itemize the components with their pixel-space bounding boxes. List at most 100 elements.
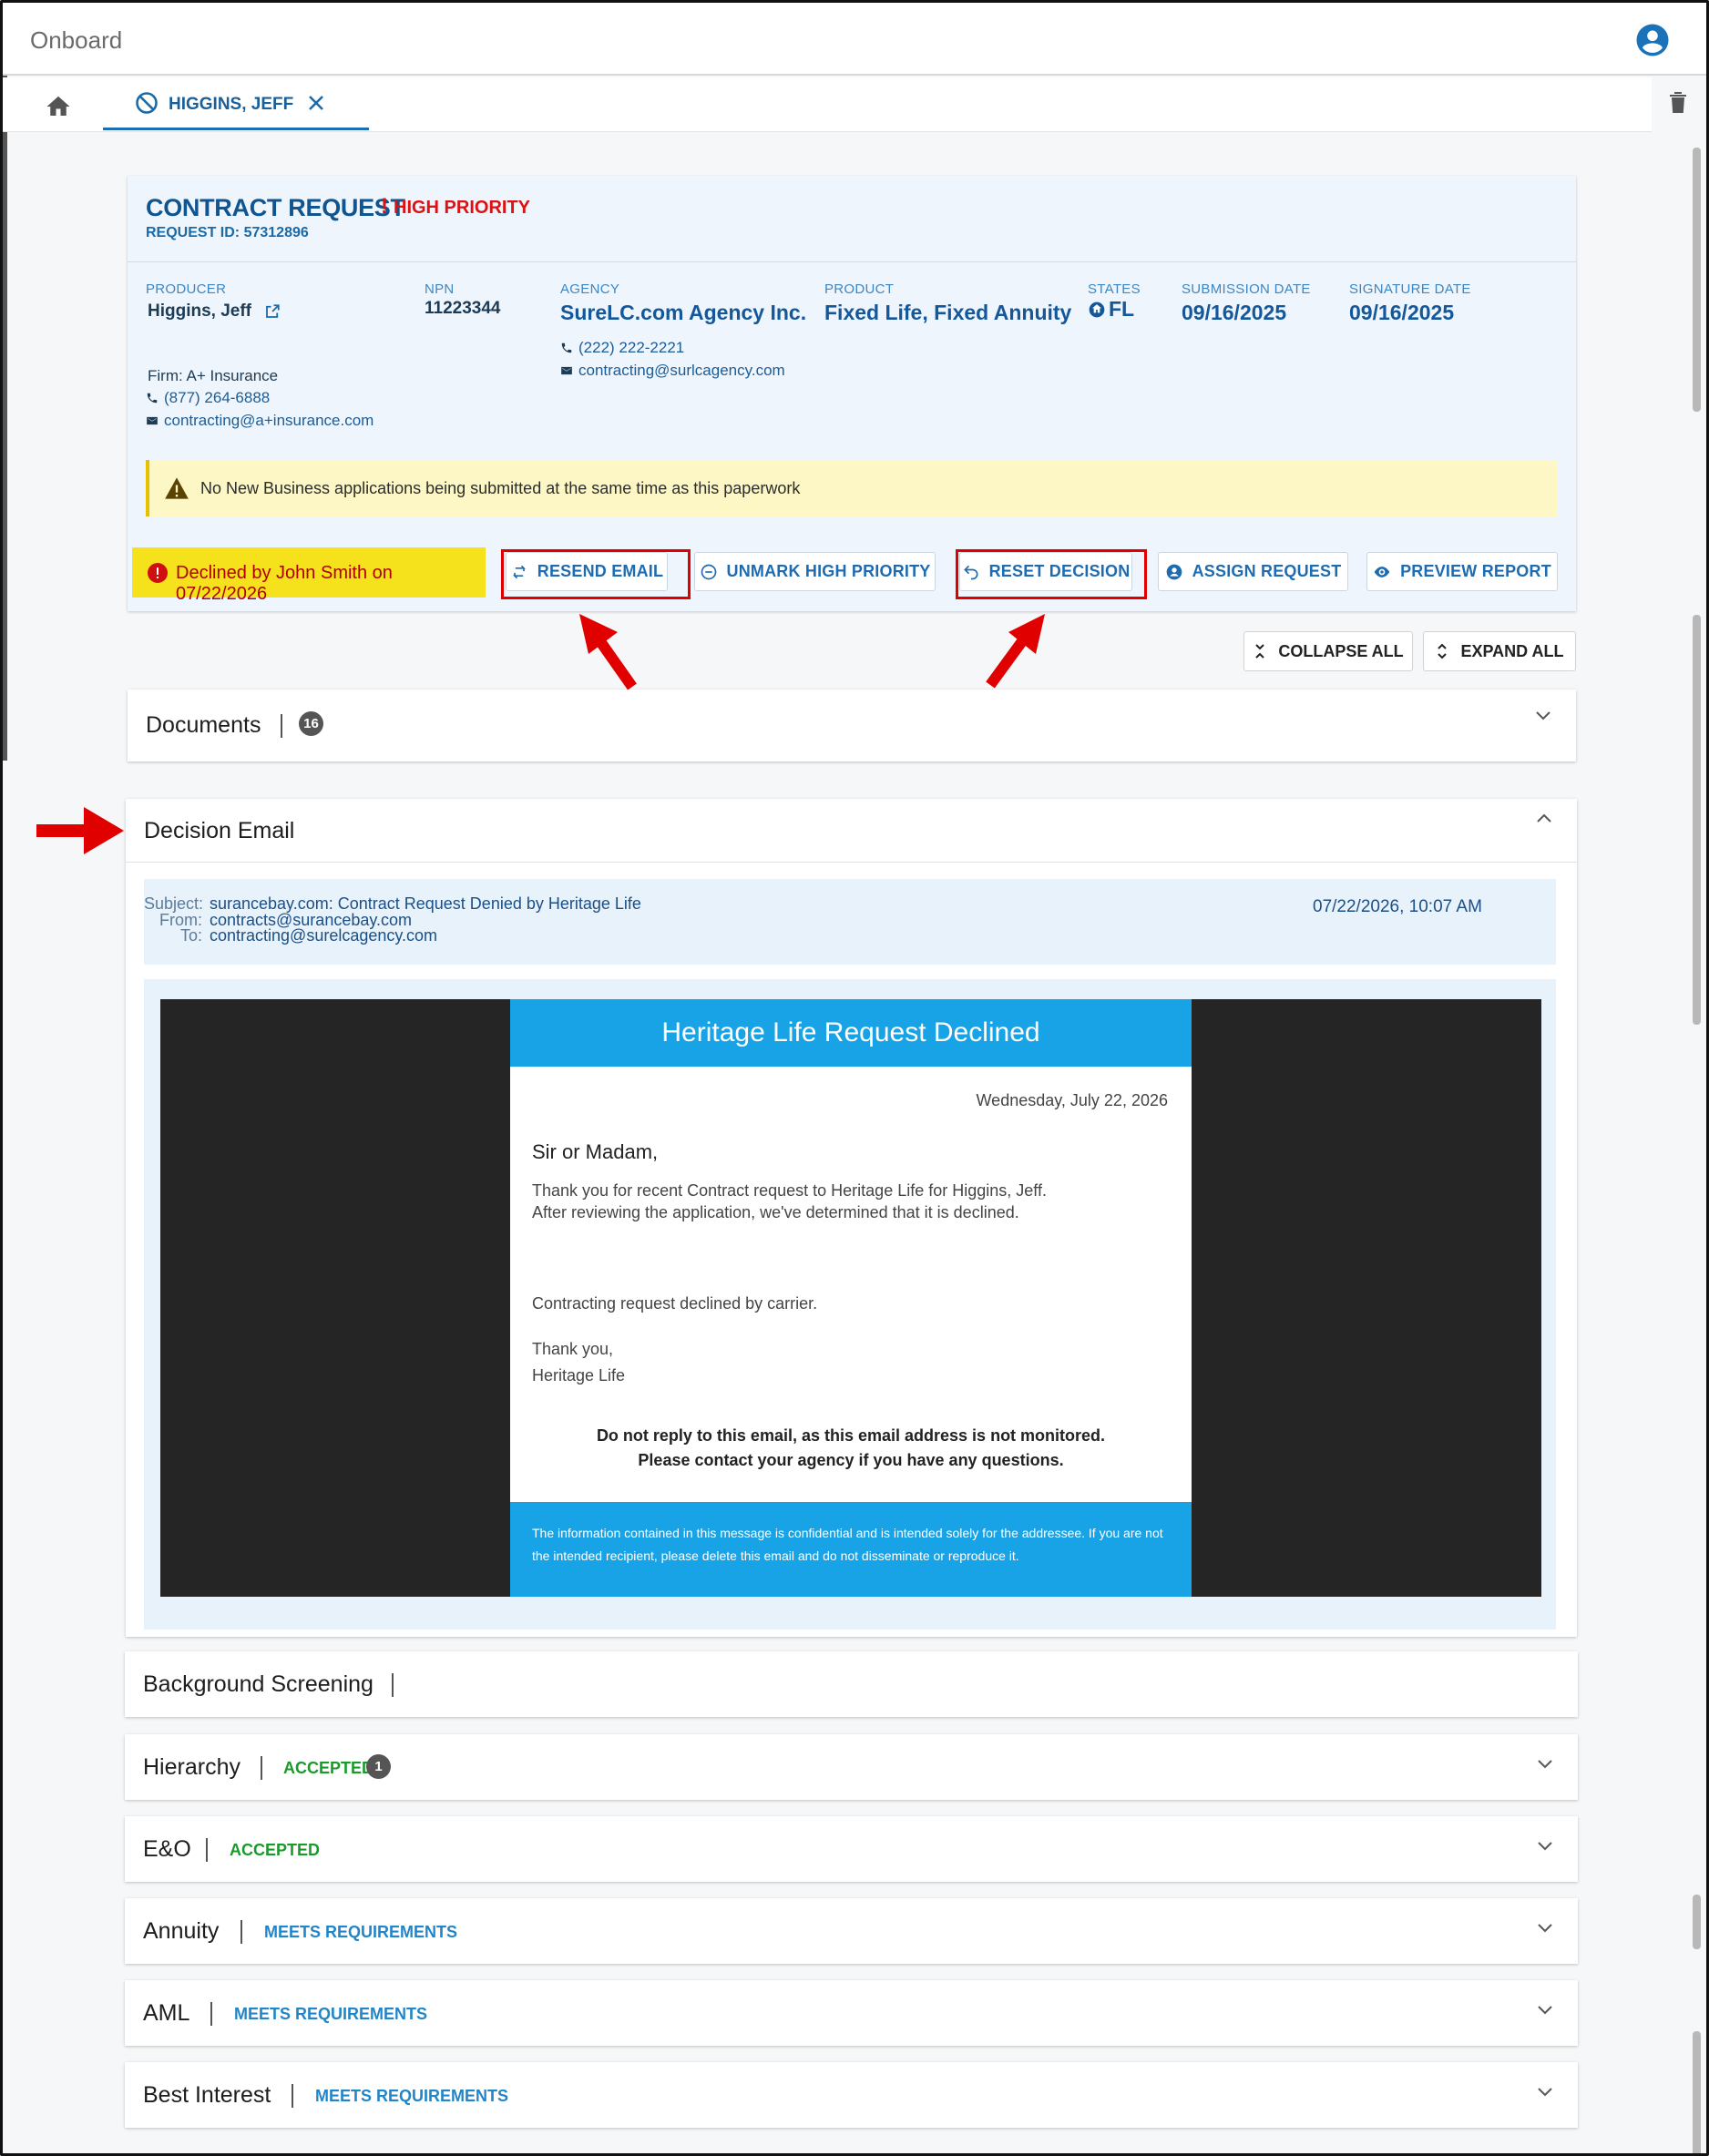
best-interest-title: Best Interest — [143, 2082, 271, 2108]
annuity-panel[interactable]: Annuity MEETS REQUIREMENTS — [125, 1898, 1578, 1964]
ban-icon — [136, 92, 158, 114]
agency-phone[interactable]: (222) 222-2221 — [560, 339, 684, 357]
agency-name: SureLC.com Agency Inc. — [560, 301, 807, 324]
hierarchy-status: ACCEPTED — [283, 1759, 374, 1777]
product-value: Fixed Life, Fixed Annuity — [824, 301, 1072, 324]
eye-icon — [1374, 566, 1390, 577]
assign-request-button[interactable]: ASSIGN REQUEST — [1158, 552, 1348, 591]
email-thanks: Thank you, — [532, 1340, 614, 1358]
states-label: STATES — [1088, 281, 1141, 297]
chevron-down-icon[interactable] — [1534, 710, 1552, 722]
signature-date-label: SIGNATURE DATE — [1349, 281, 1471, 297]
app-title: Onboard — [30, 26, 123, 54]
red-arrow-icon — [986, 614, 1045, 689]
eo-status: ACCEPTED — [230, 1841, 321, 1859]
producer-name-link[interactable]: Higgins, Jeff — [148, 301, 281, 322]
chevron-down-icon[interactable] — [1536, 2004, 1554, 2017]
agency-label: AGENCY — [560, 281, 620, 297]
divider — [281, 714, 282, 738]
resend-email-button[interactable]: RESEND EMAIL — [506, 552, 668, 591]
email-meta: Subject: surancebay.com: Contract Reques… — [144, 879, 1556, 965]
close-tab-icon[interactable] — [303, 90, 329, 116]
aml-status: MEETS REQUIREMENTS — [234, 2005, 428, 2023]
product-label: PRODUCT — [824, 281, 895, 297]
divider — [261, 1756, 262, 1780]
email-signature: Heritage Life — [532, 1366, 626, 1385]
producer-email[interactable]: contracting@a+insurance.com — [146, 412, 374, 430]
email-body: Heritage Life Request Declined Wednesday… — [510, 999, 1192, 1597]
eo-title: E&O — [143, 1836, 191, 1862]
vertical-scrollbar[interactable] — [1693, 137, 1701, 2156]
producer-firm: Firm: A+ Insurance — [148, 367, 279, 384]
annuity-status: MEETS REQUIREMENTS — [264, 1923, 458, 1941]
submission-date-value: 09/16/2025 — [1182, 301, 1287, 324]
red-arrow-icon — [36, 807, 124, 854]
page-title: CONTRACT REQUEST — [146, 194, 405, 221]
hierarchy-panel[interactable]: Hierarchy ACCEPTED 1 — [125, 1734, 1578, 1800]
signature-date-value: 09/16/2025 — [1349, 301, 1455, 324]
npn-label: NPN — [425, 281, 455, 297]
producer-label: PRODUCER — [146, 281, 227, 297]
best-interest-panel[interactable]: Best Interest MEETS REQUIREMENTS — [125, 2062, 1578, 2128]
submission-date-label: SUBMISSION DATE — [1182, 281, 1311, 297]
home-icon[interactable] — [45, 93, 72, 120]
divider — [128, 261, 1576, 262]
divider — [126, 862, 1577, 863]
high-priority-badge: ! HIGH PRIORITY — [381, 194, 531, 219]
expand-all-button[interactable]: EXPAND ALL — [1423, 631, 1576, 671]
email-footer: The information contained in this messag… — [510, 1502, 1192, 1597]
documents-panel[interactable]: Documents 16 — [128, 690, 1576, 761]
expand-icon — [1438, 643, 1448, 659]
divider — [292, 2084, 293, 2108]
documents-count-badge: 16 — [299, 711, 323, 736]
unmark-high-priority-button[interactable]: UNMARK HIGH PRIORITY — [694, 552, 936, 591]
warning-banner: No New Business applications being submi… — [146, 460, 1558, 516]
chevron-down-icon[interactable] — [1536, 1840, 1554, 1853]
preview-report-button[interactable]: PREVIEW REPORT — [1366, 552, 1558, 591]
reset-decision-button[interactable]: RESET DECISION — [959, 552, 1132, 591]
background-screening-title: Background Screening — [143, 1671, 374, 1697]
producer-phone[interactable]: (877) 264-6888 — [146, 389, 270, 407]
divider — [392, 1673, 394, 1697]
aml-panel[interactable]: AML MEETS REQUIREMENTS — [125, 1980, 1578, 2046]
states-value: FL — [1088, 297, 1134, 322]
to-label: To: — [179, 926, 202, 945]
chevron-down-icon[interactable] — [1536, 1758, 1554, 1771]
hierarchy-count-badge: 1 — [366, 1754, 391, 1779]
documents-title: Documents — [146, 712, 261, 738]
email-line-1: Thank you for recent Contract request to… — [532, 1181, 1047, 1200]
email-reason: Contracting request declined by carrier. — [532, 1294, 818, 1313]
background-screening-panel[interactable]: Background Screening — [125, 1651, 1578, 1717]
decision-email-title: Decision Email — [144, 818, 295, 843]
mail-icon — [561, 366, 572, 375]
tab-bar: HIGGINS, JEFF — [3, 77, 1652, 132]
open-external-icon[interactable] — [264, 303, 281, 320]
chevron-down-icon[interactable] — [1536, 2086, 1554, 2099]
warning-icon — [165, 477, 189, 499]
exclamation-icon: ! — [381, 194, 388, 219]
minus-circle-icon — [701, 564, 716, 579]
eo-panel[interactable]: E&O ACCEPTED — [125, 1816, 1578, 1882]
tab-higgins-jeff[interactable]: HIGGINS, JEFF — [103, 77, 369, 130]
best-interest-status: MEETS REQUIREMENTS — [315, 2087, 509, 2105]
declined-status: Declined by John Smith on 07/22/2026 — [132, 547, 486, 604]
chevron-down-icon[interactable] — [1536, 1922, 1554, 1935]
email-date: Wednesday, July 22, 2026 — [976, 1091, 1168, 1109]
account-circle-icon[interactable] — [1633, 21, 1672, 59]
email-notice-1: Do not reply to this email, as this emai… — [596, 1426, 1106, 1445]
tab-label: HIGGINS, JEFF — [169, 95, 294, 114]
collapse-all-button[interactable]: COLLAPSE ALL — [1243, 631, 1413, 671]
chevron-up-icon[interactable] — [1535, 812, 1553, 824]
trash-icon[interactable] — [1667, 89, 1689, 115]
email-timestamp: 07/22/2026, 10:07 AM — [1313, 897, 1482, 916]
app-header: Onboard — [3, 3, 1706, 76]
email-greeting: Sir or Madam, — [532, 1140, 659, 1163]
email-to: contracting@surelcagency.com — [210, 926, 438, 945]
phone-icon — [561, 342, 572, 353]
phone-icon — [147, 393, 158, 404]
agency-email[interactable]: contracting@surlcagency.com — [560, 362, 785, 380]
divider — [210, 2002, 212, 2026]
email-header: Heritage Life Request Declined — [510, 999, 1192, 1067]
repeat-icon — [512, 565, 526, 578]
user-circle-icon — [1166, 564, 1182, 579]
